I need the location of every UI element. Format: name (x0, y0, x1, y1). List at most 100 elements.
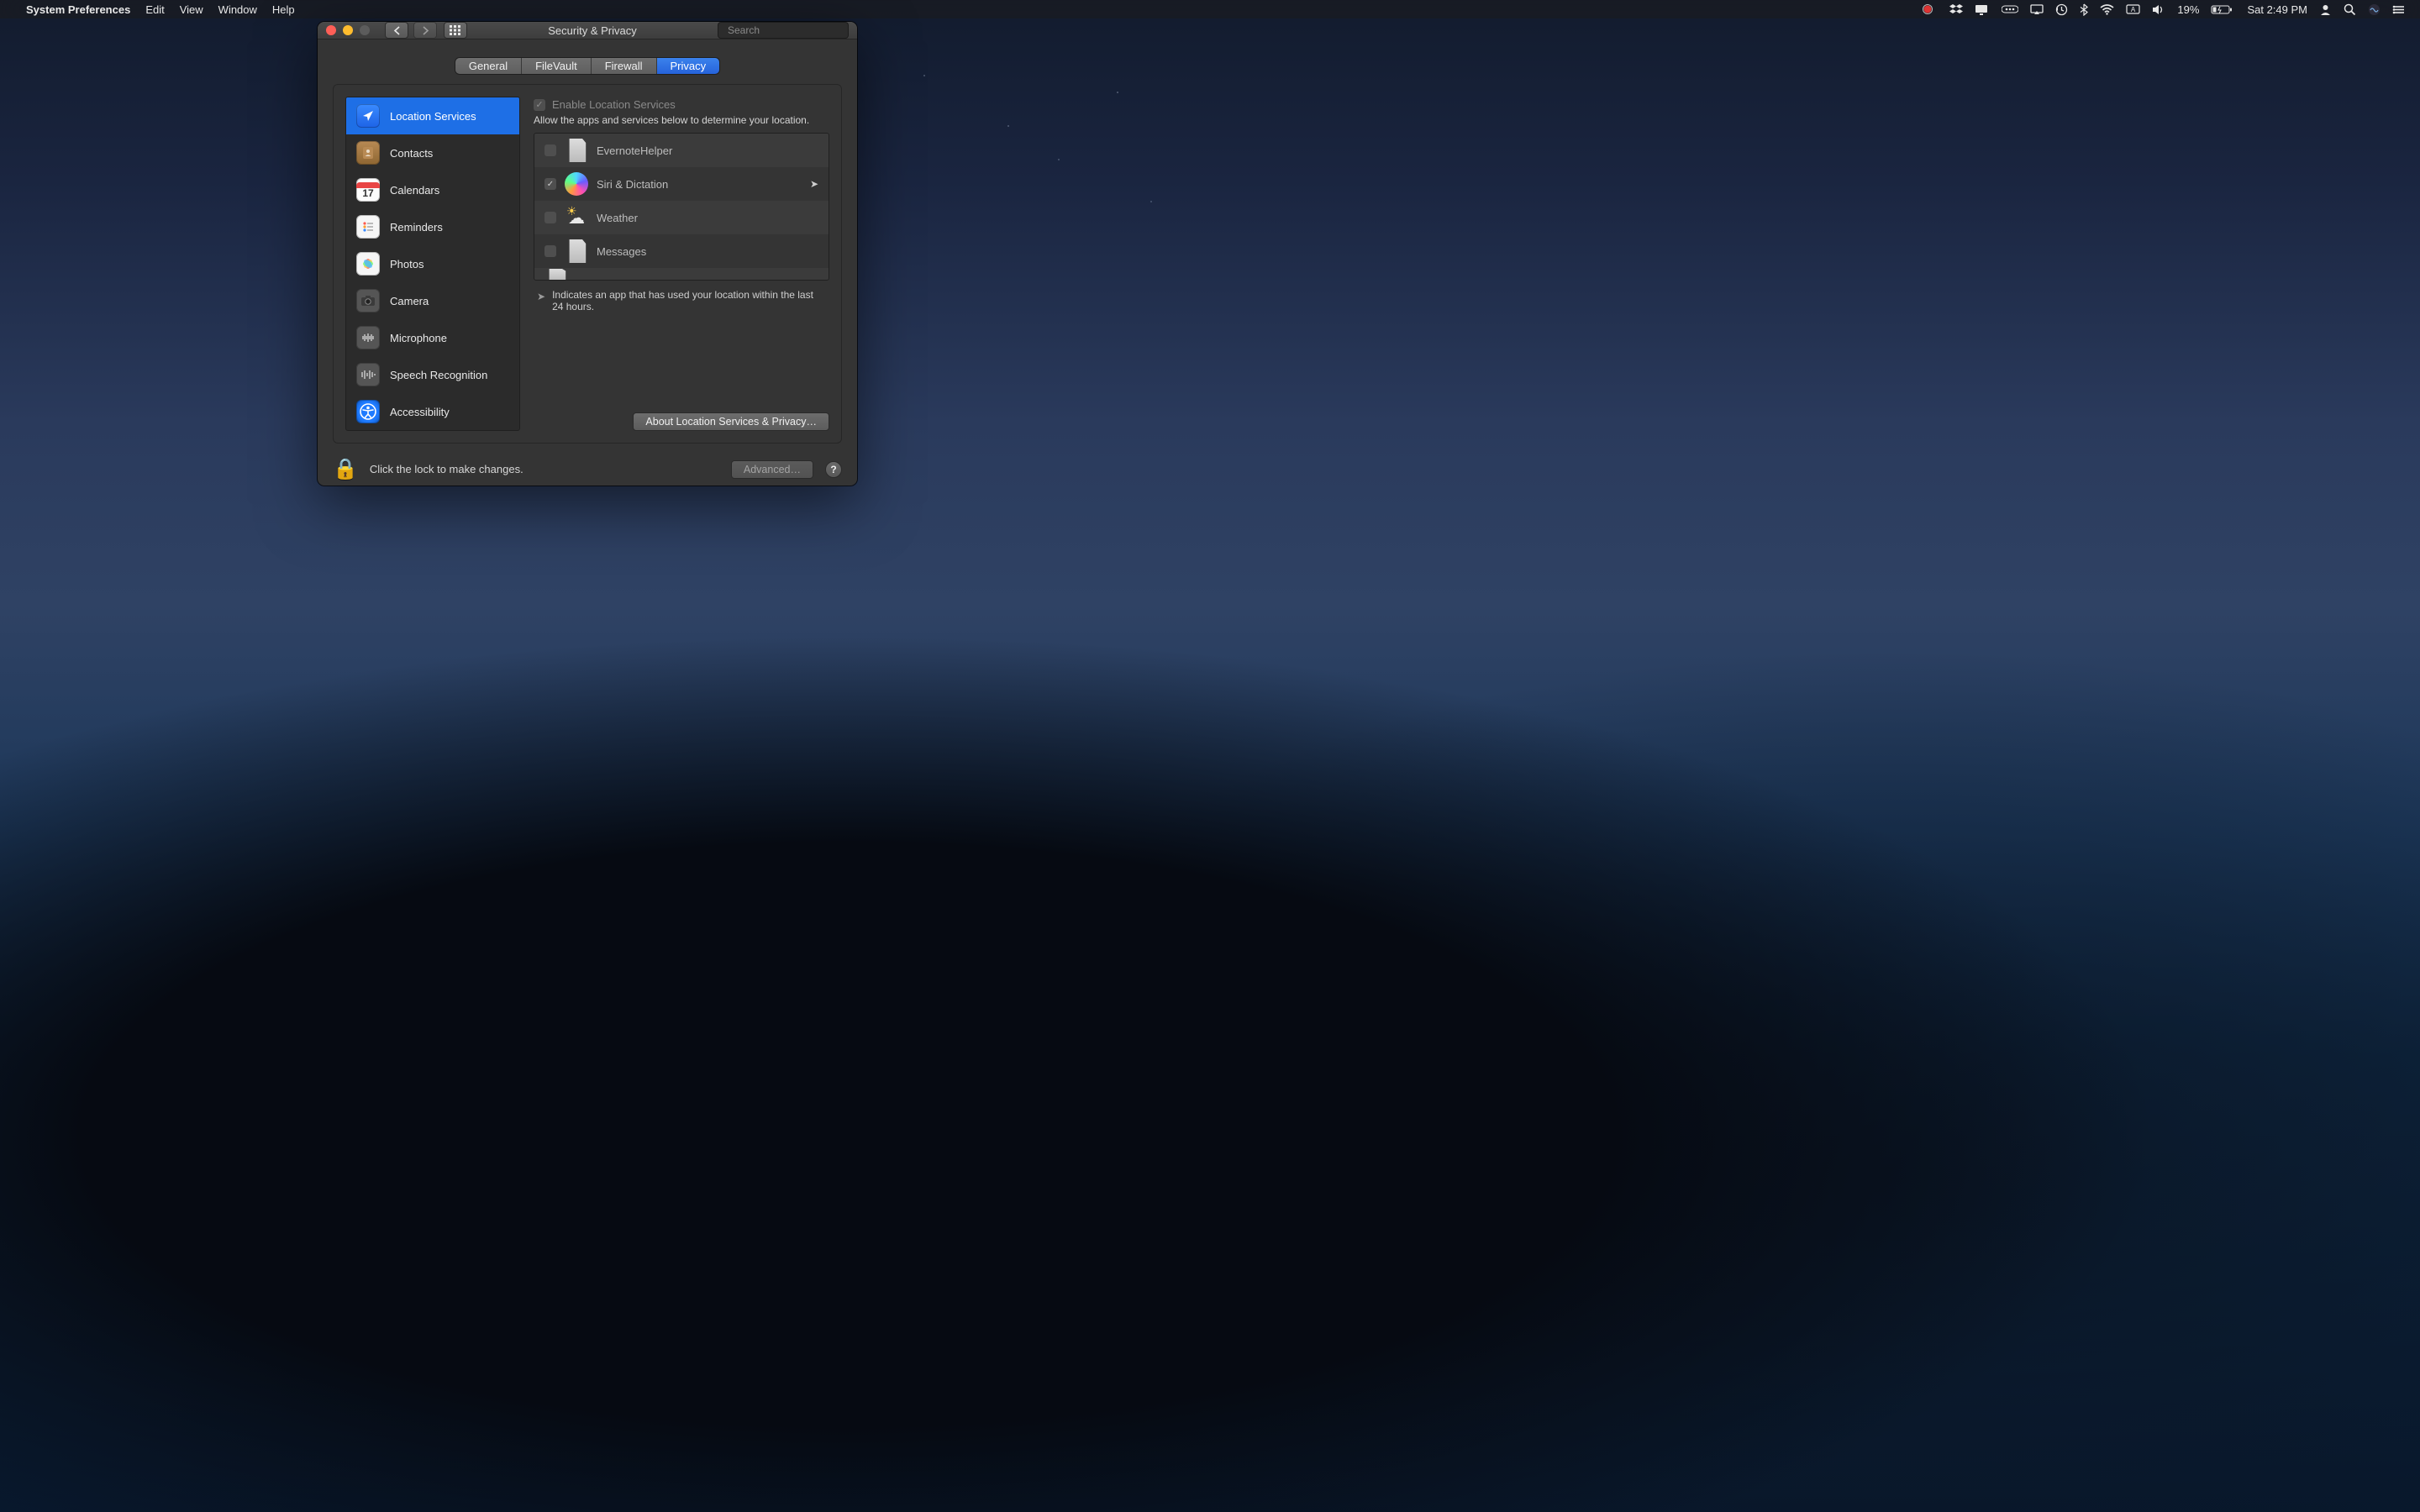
app-name-label: Messages (597, 245, 646, 258)
location-apps-list[interactable]: EvernoteHelper Siri & Dictation ➤ Weathe… (534, 133, 829, 281)
sidebar-item-label: Photos (390, 258, 424, 270)
sidebar-item-label: Location Services (390, 110, 476, 123)
search-input[interactable] (728, 24, 857, 36)
legend-text: Indicates an app that has used your loca… (552, 289, 826, 312)
app-checkbox[interactable] (544, 212, 556, 223)
window-title: Security & Privacy (474, 24, 711, 37)
enable-location-row: ✓ Enable Location Services (529, 97, 829, 113)
status-timemachine-icon[interactable] (2049, 0, 2074, 18)
menu-edit[interactable]: Edit (138, 0, 171, 18)
about-row: About Location Services & Privacy… (529, 406, 829, 431)
apple-menu[interactable] (10, 0, 18, 18)
tab-general[interactable]: General (455, 58, 522, 74)
app-name-label: Weather (597, 212, 638, 224)
app-row-messages[interactable]: Messages (534, 234, 829, 268)
tab-privacy[interactable]: Privacy (657, 58, 720, 74)
status-clock[interactable]: Sat 2:49 PM (2238, 0, 2313, 18)
recent-location-indicator-icon: ➤ (810, 178, 818, 190)
app-checkbox[interactable] (544, 245, 556, 257)
speech-icon (356, 363, 380, 386)
status-bluetooth-icon[interactable] (2074, 0, 2094, 18)
enable-location-label: Enable Location Services (552, 98, 676, 111)
sidebar-item-camera[interactable]: Camera (346, 282, 519, 319)
status-keyboard-icon[interactable]: A (2120, 0, 2146, 18)
back-button[interactable] (385, 22, 408, 39)
window-traffic-lights (326, 25, 370, 35)
document-icon (544, 269, 568, 281)
sidebar-item-speech-recognition[interactable]: Speech Recognition (346, 356, 519, 393)
status-record-icon[interactable] (1917, 0, 1944, 18)
status-siri-icon[interactable] (2362, 0, 2386, 18)
window-close-button[interactable] (326, 25, 336, 35)
sidebar-item-location-services[interactable]: Location Services (346, 97, 519, 134)
menu-view[interactable]: View (172, 0, 211, 18)
status-airplay-icon[interactable] (2024, 0, 2049, 18)
status-volume-icon[interactable] (2146, 0, 2171, 18)
privacy-sidebar[interactable]: Location Services Contacts 17 Calendars (345, 97, 520, 431)
forward-button[interactable] (413, 22, 437, 39)
app-checkbox[interactable] (544, 144, 556, 156)
app-row-siri[interactable]: Siri & Dictation ➤ (534, 167, 829, 201)
status-battery-percent: 19% (2171, 0, 2205, 18)
app-name-label: Siri & Dictation (597, 178, 668, 191)
window-zoom-button[interactable] (360, 25, 370, 35)
photos-icon (356, 252, 380, 276)
sidebar-item-photos[interactable]: Photos (346, 245, 519, 282)
status-battery-icon[interactable] (2205, 0, 2238, 18)
sidebar-item-contacts[interactable]: Contacts (346, 134, 519, 171)
status-display-icon[interactable] (1969, 0, 1996, 18)
app-row-weather[interactable]: Weather (534, 201, 829, 234)
enable-location-checkbox[interactable]: ✓ (534, 99, 545, 111)
sidebar-item-label: Camera (390, 295, 429, 307)
sidebar-item-label: Microphone (390, 332, 447, 344)
status-dots-icon[interactable] (1996, 0, 2024, 18)
accessibility-icon (356, 400, 380, 423)
privacy-detail-pane: ✓ Enable Location Services Allow the app… (529, 97, 829, 431)
camera-icon (356, 289, 380, 312)
search-field[interactable] (718, 22, 849, 39)
svg-text:A: A (2131, 6, 2136, 13)
app-row-partial[interactable] (534, 268, 829, 280)
sidebar-item-label: Reminders (390, 221, 443, 234)
tab-filevault[interactable]: FileVault (522, 58, 592, 74)
enable-location-description: Allow the apps and services below to det… (529, 113, 829, 133)
menubar: System Preferences Edit View Window Help (0, 0, 2420, 18)
status-dropbox-icon[interactable] (1944, 0, 1969, 18)
tab-firewall[interactable]: Firewall (592, 58, 657, 74)
help-button[interactable]: ? (825, 461, 842, 478)
lock-icon[interactable]: 🔒 (333, 457, 358, 481)
show-all-button[interactable] (444, 22, 467, 39)
window-footer: 🔒 Click the lock to make changes. Advanc… (318, 454, 857, 486)
sidebar-item-calendars[interactable]: 17 Calendars (346, 171, 519, 208)
status-user-icon[interactable] (2313, 0, 2338, 18)
sidebar-item-microphone[interactable]: Microphone (346, 319, 519, 356)
microphone-icon (356, 326, 380, 349)
menu-help[interactable]: Help (265, 0, 302, 18)
app-menu[interactable]: System Preferences (18, 0, 138, 18)
sidebar-item-label: Speech Recognition (390, 369, 487, 381)
tabs: General FileVault Firewall Privacy (455, 58, 719, 74)
app-checkbox[interactable] (544, 178, 556, 190)
reminders-icon (356, 215, 380, 239)
about-location-button[interactable]: About Location Services & Privacy… (633, 412, 829, 431)
sidebar-item-reminders[interactable]: Reminders (346, 208, 519, 245)
nav-group (385, 22, 467, 39)
status-spotlight-icon[interactable] (2338, 0, 2362, 18)
status-wifi-icon[interactable] (2094, 0, 2120, 18)
window-minimize-button[interactable] (343, 25, 353, 35)
menu-window[interactable]: Window (211, 0, 265, 18)
document-icon (565, 139, 588, 162)
privacy-panel: Location Services Contacts 17 Calendars (333, 84, 842, 444)
menubar-left: System Preferences Edit View Window Help (10, 0, 302, 18)
location-legend: ➤ Indicates an app that has used your lo… (529, 281, 829, 312)
sidebar-item-label: Accessibility (390, 406, 450, 418)
app-name-label: EvernoteHelper (597, 144, 672, 157)
contacts-icon (356, 141, 380, 165)
advanced-button[interactable]: Advanced… (731, 460, 813, 479)
sidebar-item-accessibility[interactable]: Accessibility (346, 393, 519, 430)
app-row-evernotehelper[interactable]: EvernoteHelper (534, 134, 829, 167)
menubar-right: A 19% Sat 2:49 PM (1917, 0, 2412, 18)
status-notification-icon[interactable] (2386, 0, 2412, 18)
siri-icon (565, 172, 588, 196)
calendar-icon: 17 (356, 178, 380, 202)
